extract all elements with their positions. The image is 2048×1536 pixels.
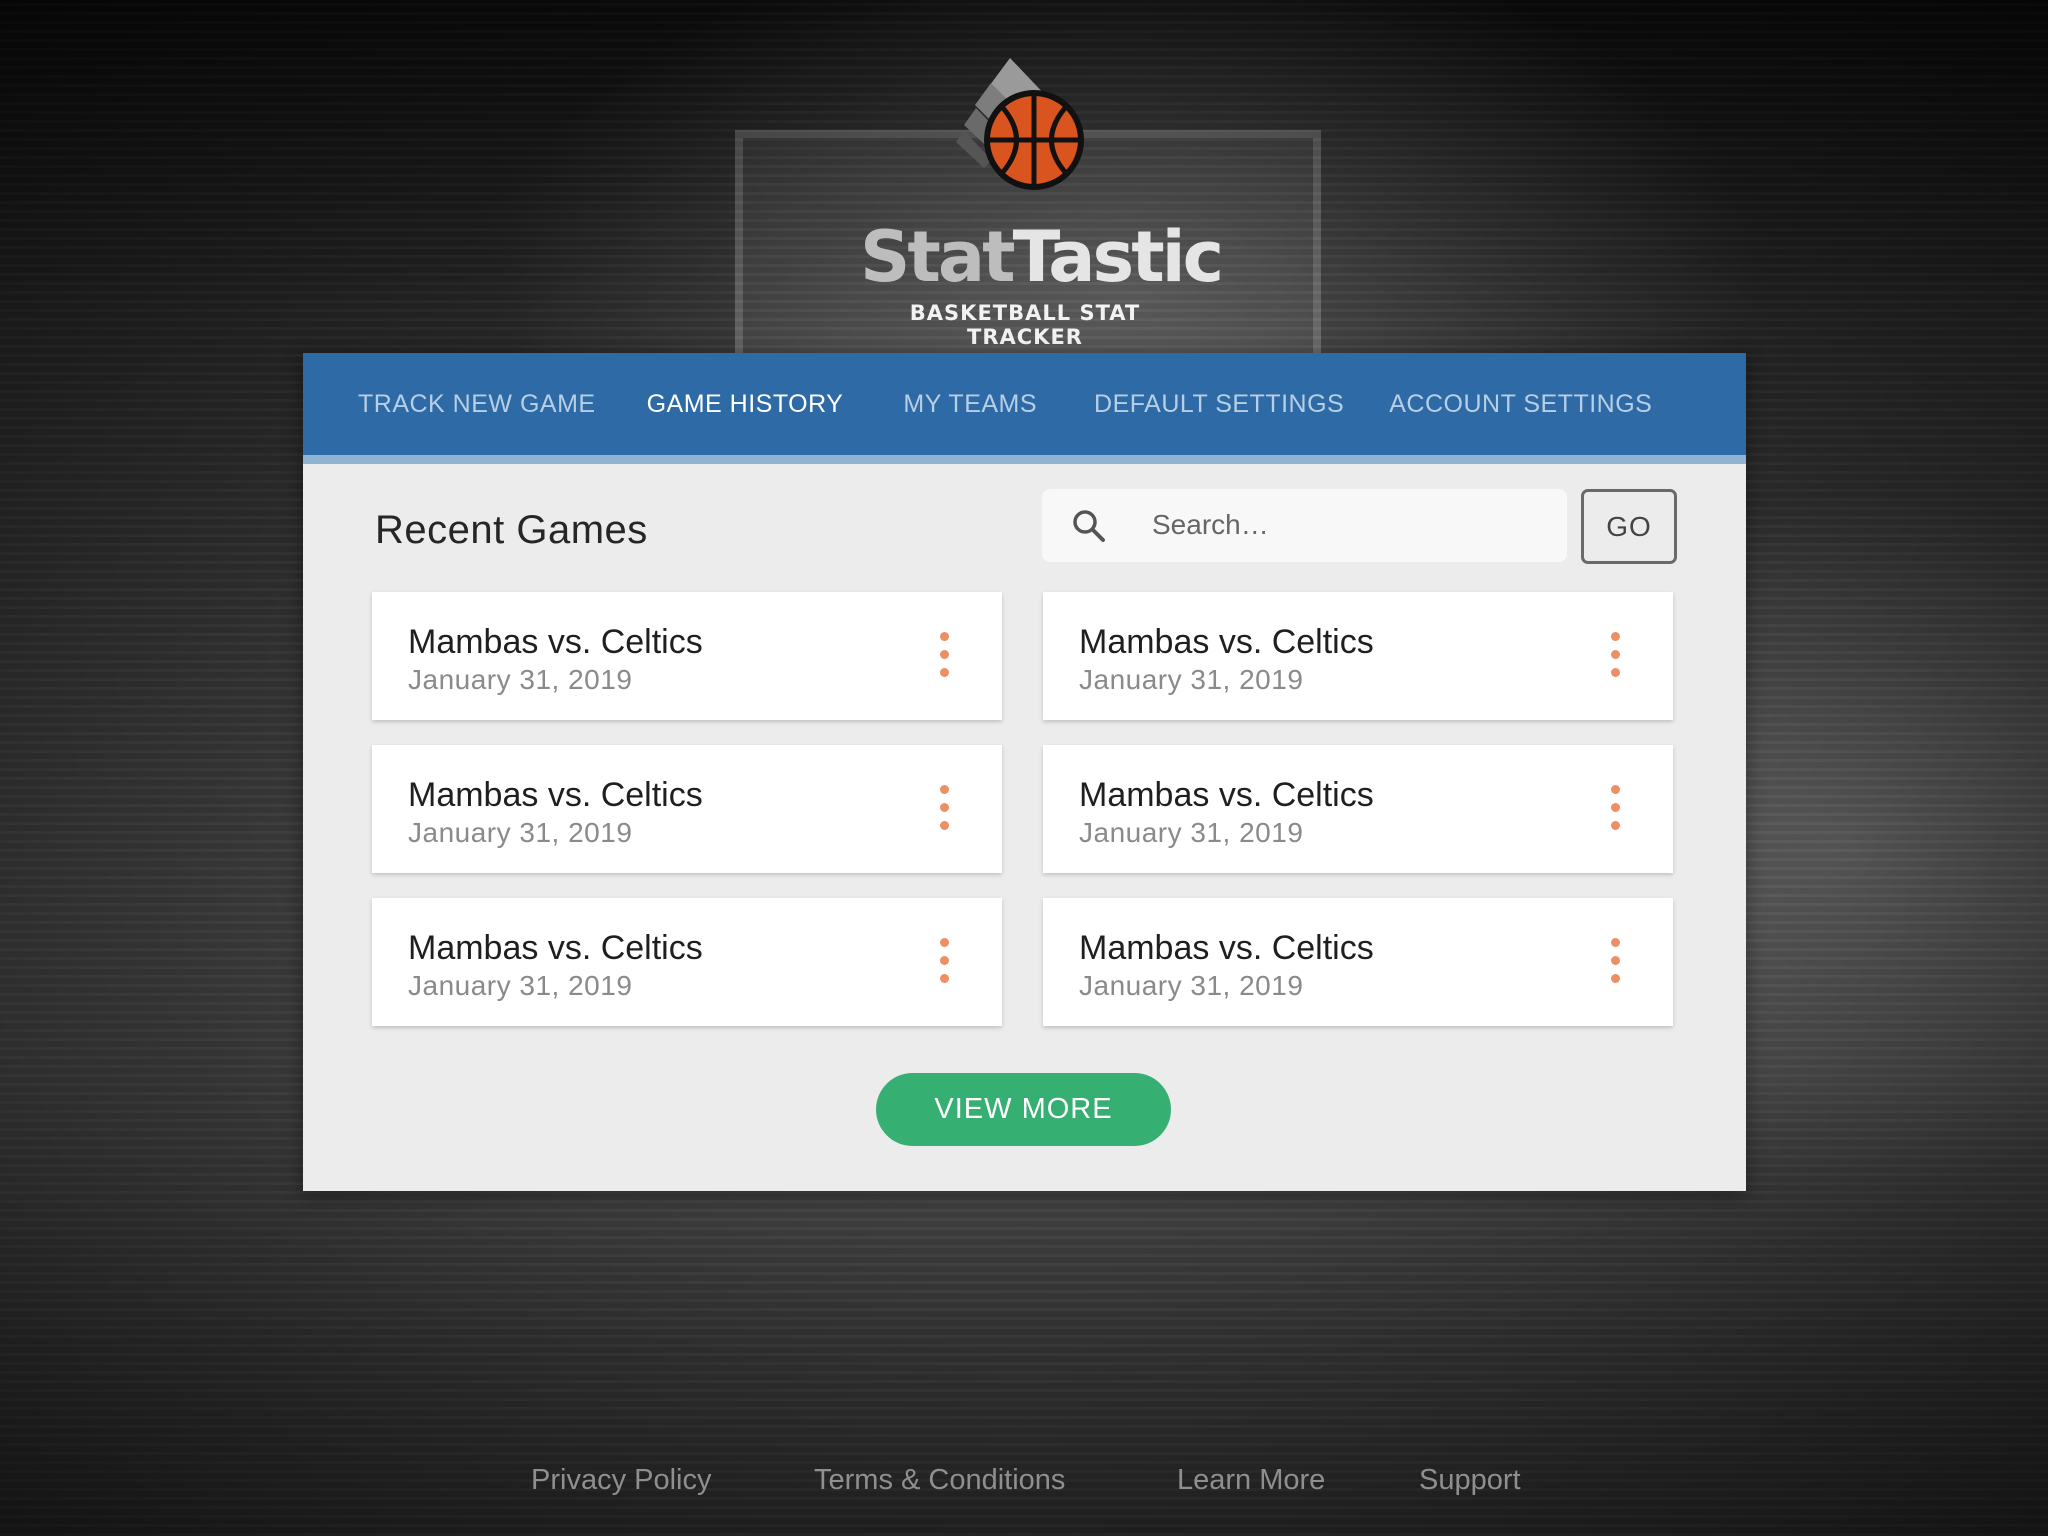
more-options-icon[interactable] [938,938,950,984]
game-history-panel: TRACK NEW GAME GAME HISTORY MY TEAMS DEF… [303,353,1746,1191]
game-card-date: January 31, 2019 [408,817,633,848]
tab-account-settings[interactable]: ACCOUNT SETTINGS [1389,390,1652,419]
brand-title: StatTastic [860,222,1224,292]
tab-my-teams[interactable]: MY TEAMS [903,390,1037,419]
brand-title-part2: Tastic [1012,216,1225,298]
game-card-date: January 31, 2019 [1079,970,1304,1001]
footer-link-terms[interactable]: Terms & Conditions [814,1464,1065,1497]
more-options-icon[interactable] [938,785,950,831]
game-card-date: January 31, 2019 [1079,664,1304,695]
go-button[interactable]: GO [1581,489,1677,564]
footer-link-learn-more[interactable]: Learn More [1177,1464,1325,1497]
more-options-icon[interactable] [1609,785,1621,831]
game-card-title: Mambas vs. Celtics [408,623,703,661]
game-card[interactable]: Mambas vs. Celtics January 31, 2019 [1043,745,1673,873]
game-card-title: Mambas vs. Celtics [1079,929,1374,967]
game-card-title: Mambas vs. Celtics [1079,623,1374,661]
game-card[interactable]: Mambas vs. Celtics January 31, 2019 [372,745,1002,873]
game-card[interactable]: Mambas vs. Celtics January 31, 2019 [372,898,1002,1026]
tab-track-new-game[interactable]: TRACK NEW GAME [358,390,596,419]
game-card-date: January 31, 2019 [1079,817,1304,848]
brand-title-part1: Stat [860,216,1016,298]
game-card[interactable]: Mambas vs. Celtics January 31, 2019 [1043,898,1673,1026]
tab-default-settings[interactable]: DEFAULT SETTINGS [1094,390,1344,419]
game-card-date: January 31, 2019 [408,970,633,1001]
search-icon [1073,510,1105,542]
basketball-icon [956,58,1084,190]
search-input[interactable] [1152,503,1542,547]
game-card[interactable]: Mambas vs. Celtics January 31, 2019 [1043,592,1673,720]
more-options-icon[interactable] [1609,938,1621,984]
app-logo: StatTastic BASKETBALL STAT TRACKER [860,30,1224,349]
game-card-title: Mambas vs. Celtics [1079,776,1374,814]
game-card[interactable]: Mambas vs. Celtics January 31, 2019 [372,592,1002,720]
more-options-icon[interactable] [938,632,950,678]
game-card-title: Mambas vs. Celtics [408,776,703,814]
footer-link-privacy-policy[interactable]: Privacy Policy [531,1464,712,1497]
game-card-title: Mambas vs. Celtics [408,929,703,967]
game-card-date: January 31, 2019 [408,664,633,695]
search-box[interactable] [1042,489,1567,562]
tab-game-history[interactable]: GAME HISTORY [647,390,844,419]
brand-subtitle: BASKETBALL STAT TRACKER [909,301,1141,349]
section-title: Recent Games [375,508,648,552]
main-nav: TRACK NEW GAME GAME HISTORY MY TEAMS DEF… [303,353,1746,464]
view-more-button[interactable]: VIEW MORE [876,1073,1171,1146]
more-options-icon[interactable] [1609,632,1621,678]
footer-link-support[interactable]: Support [1419,1464,1521,1497]
